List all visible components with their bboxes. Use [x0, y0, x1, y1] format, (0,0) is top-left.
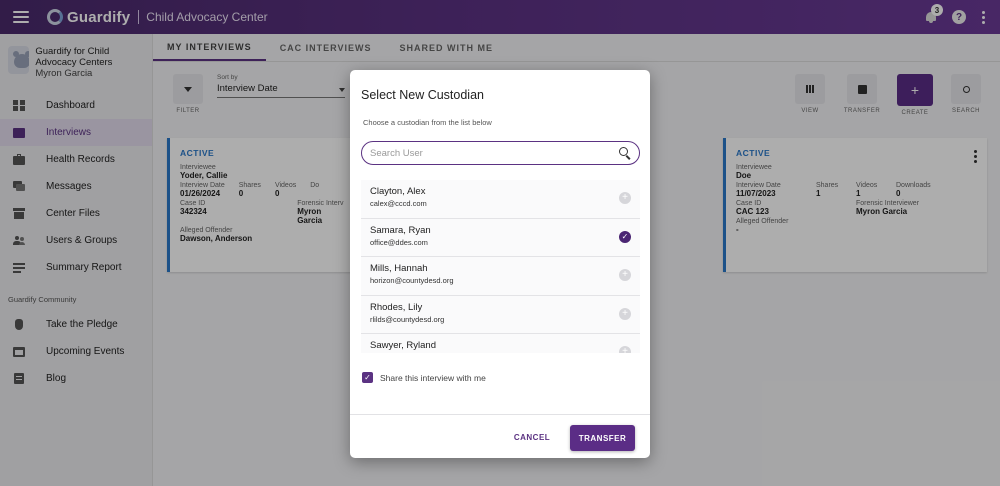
- custodian-email: office@ddes.com: [370, 237, 428, 247]
- custodian-name: Rhodes, Lily: [370, 301, 423, 313]
- dialog-divider: [350, 414, 650, 415]
- dialog-subtitle: Choose a custodian from the list below: [363, 118, 492, 127]
- add-circle-icon[interactable]: +: [619, 346, 631, 353]
- custodian-name: Sawyer, Ryland: [370, 340, 437, 351]
- custodian-item[interactable]: Mills, Hannah horizon@countydesd.org +: [361, 257, 640, 296]
- add-circle-icon[interactable]: +: [619, 269, 631, 281]
- check-circle-icon[interactable]: ✓: [619, 230, 631, 243]
- add-circle-icon[interactable]: +: [619, 192, 631, 204]
- custodian-email: rlilds@countydesd.org: [370, 314, 445, 324]
- custodian-email: horizon@countydesd.org: [370, 276, 454, 285]
- custodian-name: Samara, Ryan: [370, 224, 431, 236]
- select-custodian-dialog: Select New Custodian Choose a custodian …: [350, 70, 650, 458]
- transfer-button[interactable]: TRANSFER: [570, 425, 635, 451]
- share-label: Share this interview with me: [380, 372, 486, 383]
- custodian-item[interactable]: Rhodes, Lily rlilds@countydesd.org +: [361, 295, 640, 334]
- search-icon[interactable]: [619, 147, 631, 160]
- custodian-item[interactable]: Clayton, Alex calex@cccd.com +: [361, 180, 640, 219]
- cancel-button[interactable]: CANCEL: [510, 425, 554, 449]
- share-checkbox[interactable]: ✓: [362, 372, 373, 383]
- custodian-list[interactable]: Clayton, Alex calex@cccd.com + Samara, R…: [361, 180, 640, 353]
- custodian-item[interactable]: Sawyer, Ryland +: [361, 334, 640, 353]
- user-search-box[interactable]: [361, 141, 640, 165]
- search-user-input[interactable]: [370, 147, 619, 159]
- dialog-title: Select New Custodian: [361, 88, 484, 102]
- custodian-name: Mills, Hannah: [370, 263, 428, 274]
- custodian-email: calex@cccd.com: [370, 199, 427, 208]
- custodian-name: Clayton, Alex: [370, 186, 426, 197]
- custodian-item[interactable]: Samara, Ryan office@ddes.com ✓: [361, 218, 640, 257]
- add-circle-icon[interactable]: +: [619, 307, 631, 320]
- share-with-me-option[interactable]: ✓ Share this interview with me: [362, 372, 486, 383]
